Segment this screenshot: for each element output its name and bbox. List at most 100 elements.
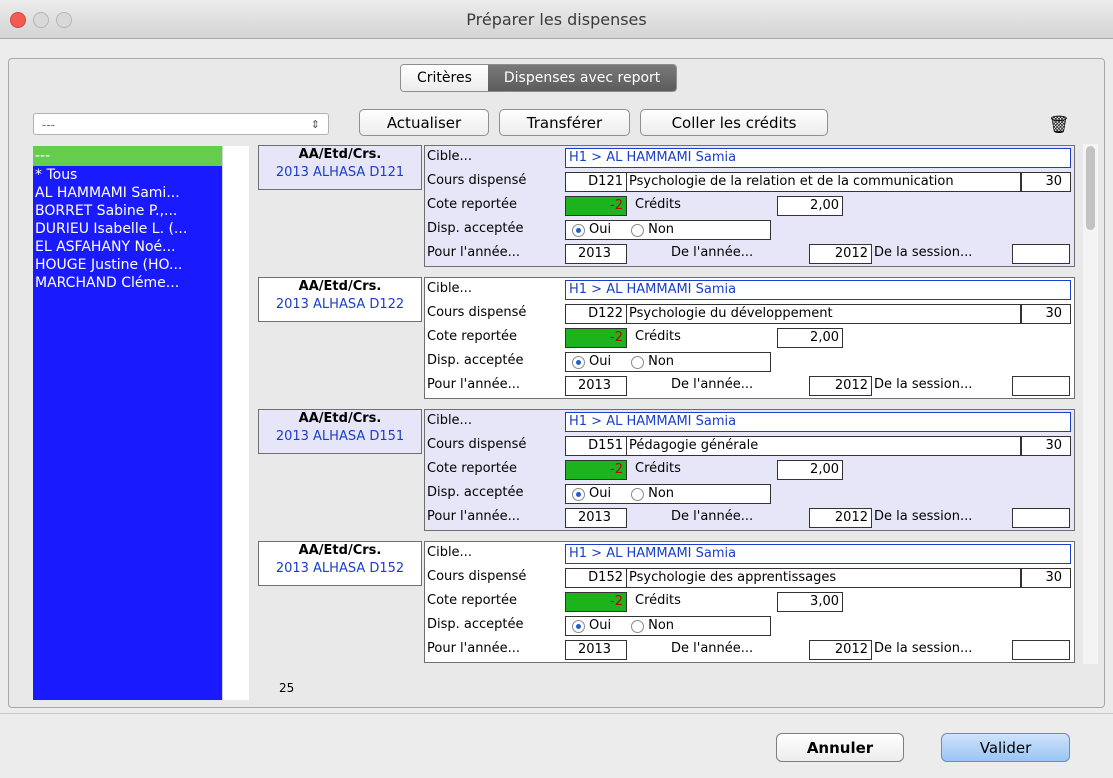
cote-field[interactable]: -2 — [565, 460, 627, 480]
hours-field[interactable]: 30 — [1021, 304, 1071, 324]
course-code-field[interactable]: D121 — [565, 172, 627, 192]
de-session-field[interactable] — [1012, 640, 1070, 660]
window-titlebar: Préparer les dispenses — [0, 0, 1113, 39]
list-item[interactable]: MARCHAND Cléme... — [33, 274, 222, 292]
credits-field[interactable]: 3,00 — [777, 592, 843, 612]
tab-criteres[interactable]: Critères — [401, 65, 488, 91]
de-session-field[interactable] — [1012, 376, 1070, 396]
record-id[interactable]: 2013 ALHASA D122 — [259, 296, 421, 314]
non-label: Non — [648, 618, 675, 633]
oui-radio[interactable] — [572, 619, 585, 633]
cours-label: Cours dispensé — [427, 437, 527, 452]
disp-label: Disp. acceptée — [427, 221, 524, 236]
disp-label: Disp. acceptée — [427, 485, 524, 500]
list-side-strip — [222, 146, 249, 700]
cote-field[interactable]: -2 — [565, 592, 627, 612]
transferer-button[interactable]: Transférer — [499, 109, 630, 136]
de-session-field[interactable] — [1012, 508, 1070, 528]
record-id[interactable]: 2013 ALHASA D151 — [259, 428, 421, 446]
oui-label: Oui — [589, 354, 612, 369]
credits-field[interactable]: 2,00 — [777, 460, 843, 480]
list-item[interactable]: DURIEU Isabelle L. (... — [33, 220, 222, 238]
list-item[interactable]: BORRET Sabine P.,... — [33, 202, 222, 220]
de-session-label: De la session... — [874, 377, 973, 392]
de-session-field[interactable] — [1012, 244, 1070, 264]
de-annee-field[interactable]: 2012 — [809, 244, 872, 264]
course-code-field[interactable]: D122 — [565, 304, 627, 324]
record-id-box: AA/Etd/Crs. 2013 ALHASA D121 — [258, 145, 422, 190]
credits-label: Crédits — [635, 197, 681, 212]
course-code-field[interactable]: D151 — [565, 436, 627, 456]
pour-annee-field[interactable]: 2013 — [565, 376, 627, 396]
list-item[interactable]: AL HAMMAMI Sami... — [33, 184, 222, 202]
cible-field[interactable]: H1 > AL HAMMAMI Samia — [565, 412, 1071, 432]
pour-annee-field[interactable]: 2013 — [565, 508, 627, 528]
non-radio[interactable] — [631, 487, 645, 501]
cours-label: Cours dispensé — [427, 569, 527, 584]
course-code-field[interactable]: D152 — [565, 568, 627, 588]
pour-label: Pour l'année... — [427, 509, 521, 524]
hours-field[interactable]: 30 — [1021, 568, 1071, 588]
cible-field[interactable]: H1 > AL HAMMAMI Samia — [565, 280, 1071, 300]
non-radio[interactable] — [631, 619, 645, 633]
non-radio[interactable] — [631, 223, 645, 237]
de-annee-field[interactable]: 2012 — [809, 508, 872, 528]
list-item[interactable]: --- — [33, 146, 222, 166]
course-name-field[interactable]: Psychologie du développement — [626, 304, 1021, 324]
cible-field[interactable]: H1 > AL HAMMAMI Samia — [565, 148, 1071, 168]
list-item[interactable]: EL ASFAHANY Noé... — [33, 238, 222, 256]
student-list[interactable]: --- * Tous AL HAMMAMI Sami... BORRET Sab… — [33, 146, 222, 700]
list-item[interactable]: HOUGE Justine (HO... — [33, 256, 222, 274]
oui-radio[interactable] — [572, 223, 585, 237]
dispense-record: AA/Etd/Crs. 2013 ALHASA D151 Cible... H1… — [256, 407, 1081, 533]
course-name-field[interactable]: Pédagogie générale — [626, 436, 1021, 456]
tab-dispenses-avec-report[interactable]: Dispenses avec report — [487, 65, 677, 91]
annuler-button[interactable]: Annuler — [776, 733, 904, 762]
cote-field[interactable]: -2 — [565, 196, 627, 216]
cible-field[interactable]: H1 > AL HAMMAMI Samia — [565, 544, 1071, 564]
course-name-field[interactable]: Psychologie de la relation et de la comm… — [626, 172, 1021, 192]
oui-label: Oui — [589, 222, 612, 237]
record-id[interactable]: 2013 ALHASA D121 — [259, 164, 421, 182]
footer-divider — [0, 713, 1113, 714]
cote-field[interactable]: -2 — [565, 328, 627, 348]
hours-field[interactable]: 30 — [1021, 172, 1071, 192]
pour-label: Pour l'année... — [427, 641, 521, 656]
course-name-field[interactable]: Psychologie des apprentissages — [626, 568, 1021, 588]
record-count: 25 — [279, 681, 295, 695]
cote-label: Cote reportée — [427, 593, 517, 608]
cote-label: Cote reportée — [427, 329, 517, 344]
cible-label: Cible... — [427, 413, 472, 428]
record-id[interactable]: 2013 ALHASA D152 — [259, 560, 421, 578]
actualiser-button[interactable]: Actualiser — [359, 109, 489, 136]
records-scroll-area[interactable]: AA/Etd/Crs. 2013 ALHASA D121 Cible... H1… — [256, 143, 1102, 671]
pour-label: Pour l'année... — [427, 377, 521, 392]
cible-label: Cible... — [427, 545, 472, 560]
record-form: Cible... H1 > AL HAMMAMI Samia Cours dis… — [424, 145, 1075, 267]
valider-button[interactable]: Valider — [941, 733, 1070, 762]
disp-radio-group: Oui Non — [565, 352, 771, 372]
dispense-record: AA/Etd/Crs. 2013 ALHASA D122 Cible... H1… — [256, 275, 1081, 401]
oui-radio[interactable] — [572, 355, 585, 369]
list-item[interactable]: * Tous — [33, 166, 222, 184]
oui-radio[interactable] — [572, 487, 585, 501]
aa-header: AA/Etd/Crs. — [298, 411, 382, 426]
record-form: Cible... H1 > AL HAMMAMI Samia Cours dis… — [424, 541, 1075, 663]
non-radio[interactable] — [631, 355, 645, 369]
credits-field[interactable]: 2,00 — [777, 196, 843, 216]
hours-field[interactable]: 30 — [1021, 436, 1071, 456]
filter-select[interactable]: --- ⇕ — [33, 113, 329, 135]
de-annee-label: De l'année... — [671, 641, 754, 656]
filter-select-value: --- — [42, 118, 55, 132]
credits-field[interactable]: 2,00 — [777, 328, 843, 348]
de-annee-field[interactable]: 2012 — [809, 376, 872, 396]
scrollbar-thumb[interactable] — [1086, 146, 1095, 230]
coller-credits-button[interactable]: Coller les crédits — [640, 109, 828, 136]
window-title: Préparer les dispenses — [466, 10, 647, 29]
pour-annee-field[interactable]: 2013 — [565, 640, 627, 660]
pour-annee-field[interactable]: 2013 — [565, 244, 627, 264]
de-annee-field[interactable]: 2012 — [809, 640, 872, 660]
trash-icon[interactable]: 🗑 — [1048, 115, 1070, 135]
record-id-box: AA/Etd/Crs. 2013 ALHASA D151 — [258, 409, 422, 454]
disp-label: Disp. acceptée — [427, 353, 524, 368]
